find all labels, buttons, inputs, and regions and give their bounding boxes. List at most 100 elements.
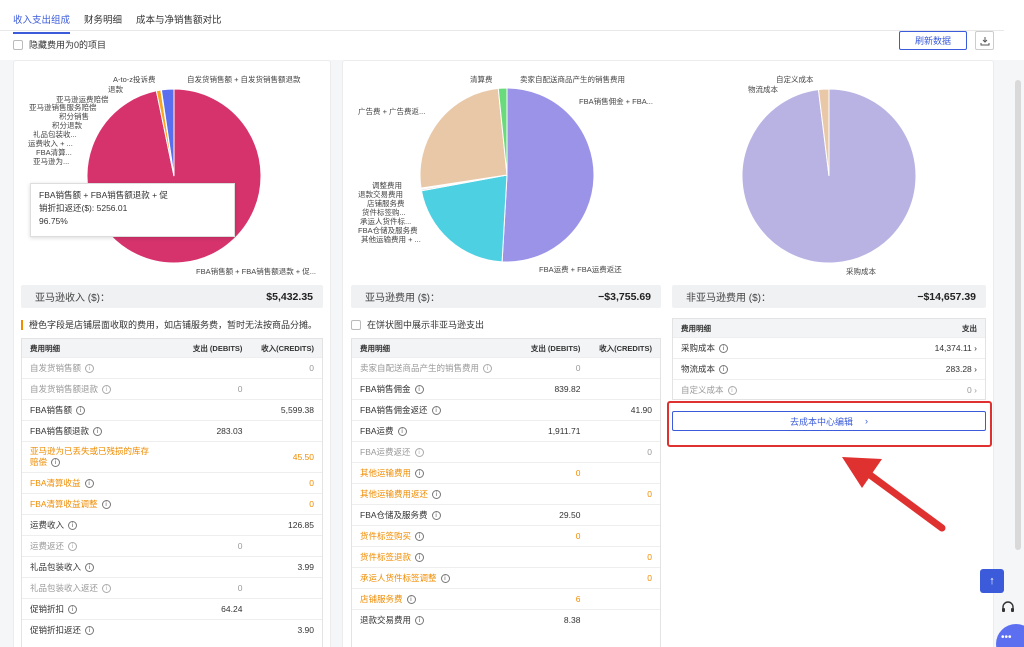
info-icon[interactable]: i — [432, 489, 442, 499]
chevron-right-icon[interactable]: › — [974, 343, 977, 353]
info-icon[interactable]: i — [414, 447, 424, 457]
pie2-slice-4[interactable] — [419, 87, 508, 189]
row-label: 礼品包装收入返还 i — [22, 583, 171, 594]
orange-indicator — [21, 319, 23, 330]
info-icon[interactable]: i — [85, 625, 95, 635]
row-credit: 0 — [309, 499, 314, 509]
info-icon[interactable]: i — [727, 385, 737, 395]
table-row[interactable]: 物流成本 i 283.28 › — [673, 358, 985, 379]
table-row: 运费收入 i 126.85 — [22, 514, 322, 535]
info-icon[interactable]: i — [68, 520, 78, 530]
row-debit: 0 — [575, 468, 581, 478]
info-icon[interactable]: i — [719, 343, 729, 353]
info-icon[interactable]: i — [68, 604, 78, 614]
income-table-header: 费用明细 支出 (DEBITS) 收入(CREDITS) — [22, 339, 322, 357]
table-row: 促销折扣 i 64.24 — [22, 598, 322, 619]
row-value: 14,374.11 › — [934, 343, 977, 353]
table-row: FBA仓储及服务费 i 29.50 — [352, 504, 660, 525]
row-label: 卖家自配送商品产生的销售费用 i — [352, 363, 501, 374]
pie2-label-fba-shipping: FBA运费 + FBA运费返还 — [539, 265, 622, 274]
pie-toggle[interactable]: 在饼状图中展示非亚马逊支出 — [351, 318, 484, 331]
table-row[interactable]: 采购成本 i 14,374.11 › — [673, 337, 985, 358]
fee-rows: 卖家自配送商品产生的销售费用 i 0 FBA销售佣金 i 839.82 FBA销售佣金返还 i… — [352, 357, 660, 630]
row-credit: 3.90 — [297, 625, 314, 635]
chevron-right-icon[interactable]: › — [974, 385, 977, 395]
info-icon[interactable]: i — [102, 583, 112, 593]
row-debit: 0 — [237, 541, 243, 551]
table-row: FBA销售额退款 i 283.03 — [22, 420, 322, 441]
info-icon[interactable]: i — [76, 405, 86, 415]
info-icon[interactable]: i — [415, 531, 425, 541]
table-row: 自发货销售额退款 i 0 — [22, 378, 322, 399]
row-label: 承运人货件标签调整 i — [352, 573, 501, 584]
table-row: 亚马逊为已丢失或已残损的库存 赔偿 i 45.50 — [22, 441, 322, 472]
pie-toggle-checkbox[interactable] — [351, 319, 361, 330]
chevron-right-icon[interactable]: › — [974, 364, 977, 374]
table-row: FBA清算收益 i 0 — [22, 472, 322, 493]
table-row: 其他运输费用 i 0 — [352, 462, 660, 483]
table-row: 货件标签退款 i 0 — [352, 546, 660, 567]
row-label: 亚马逊为已丢失或已残损的库存 赔偿 i — [30, 446, 150, 468]
info-icon[interactable]: i — [431, 405, 441, 415]
headset-icon — [1002, 601, 1014, 612]
info-icon[interactable]: i — [415, 468, 425, 478]
row-label: 自定义成本 i — [673, 385, 911, 396]
back-to-top-button[interactable]: ↑ — [980, 569, 1004, 593]
scrollbar[interactable] — [1015, 80, 1021, 550]
info-icon[interactable]: i — [414, 384, 424, 394]
pie1-label-mfn-sales: 自发货销售额 + 自发货销售额退款 — [187, 75, 301, 84]
arrow-up-icon: ↑ — [989, 575, 995, 587]
row-debit: 0 — [575, 363, 581, 373]
table-row: 店铺服务费 i 6 — [352, 588, 660, 609]
row-label: FBA销售佣金 i — [352, 384, 501, 395]
info-icon[interactable]: i — [415, 552, 425, 562]
table-row: 礼品包装收入返还 i 0 — [22, 577, 322, 598]
row-debit: 0 — [237, 384, 243, 394]
row-label: 物流成本 i — [673, 364, 911, 375]
table-row: 自发货销售额 i 0 — [22, 357, 322, 378]
table-row: 促销折扣返还 i 3.90 — [22, 619, 322, 640]
info-icon[interactable]: i — [51, 458, 61, 468]
row-label: 货件标签退款 i — [352, 552, 501, 563]
row-debit: 839.82 — [554, 384, 581, 394]
row-value: 283.28 › — [945, 364, 977, 374]
fee-table: 费用明细 支出 (DEBITS) 收入(CREDITS) 卖家自配送商品产生的销… — [351, 338, 661, 647]
pie2-label-liquidation: 清算费 — [470, 75, 493, 84]
row-credit: 0 — [309, 363, 314, 373]
info-icon[interactable]: i — [415, 615, 425, 625]
info-icon[interactable]: i — [85, 562, 95, 572]
fee-table-header: 费用明细 支出 (DEBITS) 收入(CREDITS) — [352, 339, 660, 357]
table-row: FBA运费返还 i 0 — [352, 441, 660, 462]
info-icon[interactable]: i — [440, 573, 450, 583]
chevron-right-icon: › — [865, 416, 868, 426]
info-icon[interactable]: i — [483, 363, 493, 373]
row-credit: 0 — [647, 552, 653, 562]
info-icon[interactable]: i — [431, 510, 441, 520]
info-icon[interactable]: i — [101, 499, 111, 509]
support-button[interactable] — [996, 598, 1020, 618]
goto-cost-center-button[interactable]: 去成本中心编辑 › — [672, 411, 986, 431]
info-icon[interactable]: i — [68, 541, 78, 551]
table-row: 退款交易费用 i 8.38 — [352, 609, 660, 630]
info-icon[interactable]: i — [93, 426, 103, 436]
row-label: 退款交易费用 i — [352, 615, 501, 626]
info-icon[interactable]: i — [102, 384, 112, 394]
row-credit: 126.85 — [288, 520, 314, 530]
table-row[interactable]: 自定义成本 i 0 › — [673, 379, 985, 399]
info-icon[interactable]: i — [397, 426, 407, 436]
info-icon[interactable]: i — [406, 594, 416, 604]
info-icon[interactable]: i — [85, 363, 95, 373]
pie1-tooltip: FBA销售额 + FBA销售额退款 + 促 销折扣返还($): 5256.01 … — [30, 183, 235, 237]
pie2-label-other-shipping: 其他运输费用 + ... — [361, 235, 421, 244]
row-credit: 0 — [647, 489, 653, 499]
row-debit: 283.03 — [216, 426, 243, 436]
pie3-label-custom: 自定义成本 — [776, 75, 814, 84]
table-row: FBA运费 i 1,911.71 — [352, 420, 660, 441]
info-icon[interactable]: i — [719, 364, 729, 374]
info-icon[interactable]: i — [84, 478, 94, 488]
pie2-slice-0[interactable] — [501, 87, 595, 263]
cost-table: 费用明细 支出 采购成本 i 14,374.11 › 物流成本 i 283.28 › 自定义… — [672, 318, 986, 400]
table-row: 货件标签购买 i 0 — [352, 525, 660, 546]
row-credit: 3.99 — [297, 562, 314, 572]
row-credit: 0 — [647, 447, 653, 457]
